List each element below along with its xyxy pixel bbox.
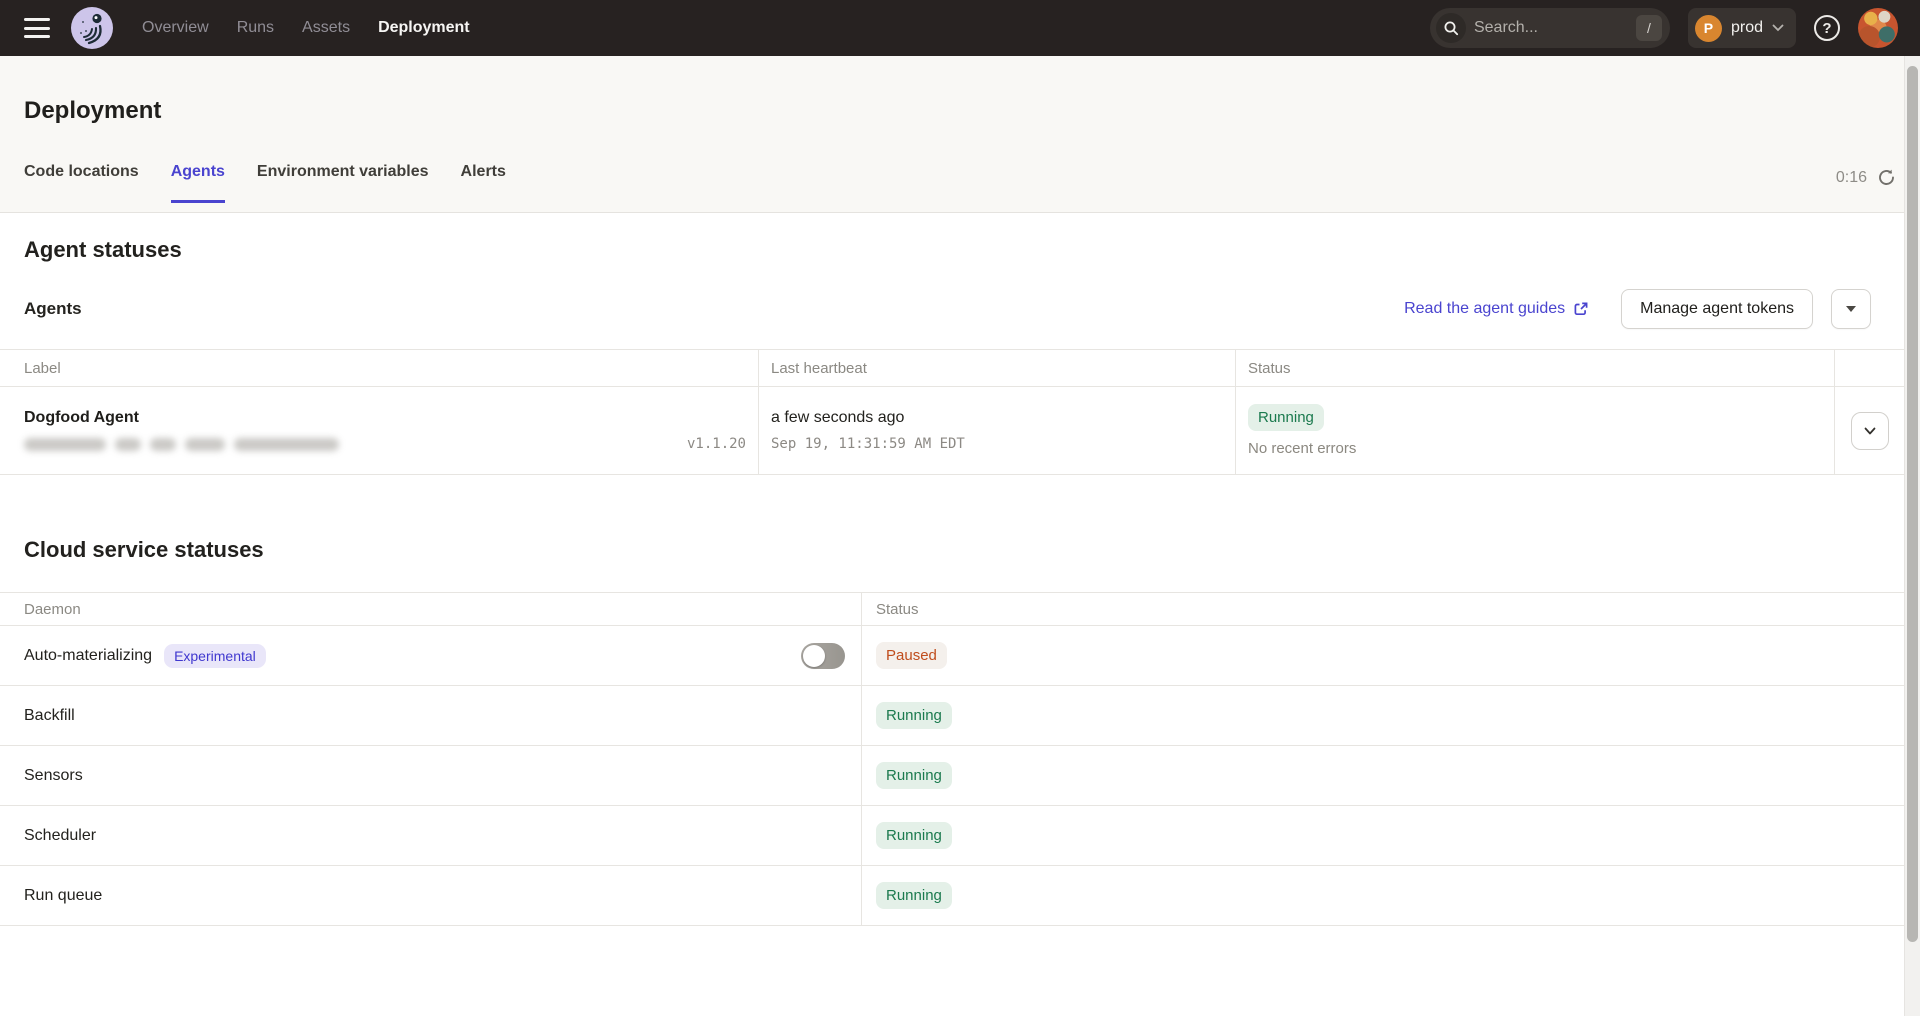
refresh-icon[interactable] <box>1877 168 1896 187</box>
auto-materializing-toggle[interactable] <box>801 643 845 669</box>
agents-table-header: Label Last heartbeat Status <box>0 349 1904 387</box>
chevron-down-icon <box>1862 423 1878 439</box>
cloud-services-table: Daemon Status Auto-materializing Experim… <box>0 592 1904 926</box>
table-row-sensors: Sensors Running <box>0 746 1904 806</box>
scrollbar[interactable] <box>1904 56 1920 1016</box>
menu-icon[interactable] <box>24 18 50 38</box>
agents-table: Label Last heartbeat Status Dogfood Agen… <box>0 349 1904 475</box>
nav-runs[interactable]: Runs <box>237 19 274 37</box>
external-link-icon <box>1573 301 1589 317</box>
column-header-actions <box>1835 350 1904 386</box>
topbar-right-cluster: / P prod ? <box>1430 8 1898 48</box>
status-badge: Running <box>876 762 952 789</box>
cloud-table-header: Daemon Status <box>0 592 1904 626</box>
daemon-name: Auto-materializing <box>24 647 152 665</box>
table-row-scheduler: Scheduler Running <box>0 806 1904 866</box>
column-header-last-heartbeat: Last heartbeat <box>759 350 1236 386</box>
user-avatar[interactable] <box>1858 8 1898 48</box>
table-row-run-queue: Run queue Running <box>0 866 1904 926</box>
page-header: Deployment Code locations Agents Environ… <box>0 56 1920 213</box>
agent-guides-link-label: Read the agent guides <box>1404 300 1565 318</box>
caret-down-icon <box>1846 306 1856 312</box>
tab-agents[interactable]: Agents <box>171 162 225 203</box>
tab-code-locations[interactable]: Code locations <box>24 162 139 203</box>
top-navigation-bar: Overview Runs Assets Deployment / P prod… <box>0 0 1920 56</box>
heartbeat-relative: a few seconds ago <box>771 409 1223 427</box>
dagster-logo-icon[interactable] <box>70 6 114 50</box>
daemon-name: Scheduler <box>24 827 96 845</box>
status-badge: Running <box>876 822 952 849</box>
daemon-name: Sensors <box>24 767 83 785</box>
agent-row: Dogfood Agent v1.1.20 a few seconds ago … <box>0 387 1904 475</box>
refresh-countdown: 0:16 <box>1836 169 1867 187</box>
chevron-down-icon <box>1772 24 1784 32</box>
manage-agent-tokens-button[interactable]: Manage agent tokens <box>1621 289 1813 329</box>
search-input[interactable] <box>1474 19 1636 37</box>
agent-actions-menu-button[interactable] <box>1831 289 1871 329</box>
agent-actions-cell <box>1835 387 1904 474</box>
agent-status-detail: No recent errors <box>1248 440 1822 457</box>
daemon-name: Run queue <box>24 887 102 905</box>
agent-id-redacted <box>24 438 339 451</box>
help-icon[interactable]: ? <box>1814 15 1840 41</box>
search-shortcut-key: / <box>1636 15 1662 41</box>
agent-status-badge: Running <box>1248 404 1324 431</box>
status-badge: Paused <box>876 642 947 669</box>
table-row-auto-materializing: Auto-materializing Experimental Paused <box>0 626 1904 686</box>
org-name: prod <box>1731 19 1763 37</box>
agent-expand-button[interactable] <box>1851 412 1889 450</box>
agent-statuses-heading: Agent statuses <box>0 237 1904 263</box>
table-row-backfill: Backfill Running <box>0 686 1904 746</box>
search-box[interactable]: / <box>1430 8 1670 48</box>
agent-label-cell: Dogfood Agent v1.1.20 <box>0 387 759 474</box>
scrollbar-thumb[interactable] <box>1907 66 1918 942</box>
nav-overview[interactable]: Overview <box>142 19 209 37</box>
page-title: Deployment <box>24 96 1896 126</box>
nav-deployment[interactable]: Deployment <box>378 19 470 37</box>
agent-heartbeat-cell: a few seconds ago Sep 19, 11:31:59 AM ED… <box>759 387 1236 474</box>
agent-version: v1.1.20 <box>687 436 746 452</box>
heartbeat-timestamp: Sep 19, 11:31:59 AM EDT <box>771 436 1223 452</box>
agent-guides-link[interactable]: Read the agent guides <box>1404 300 1589 318</box>
tab-alerts[interactable]: Alerts <box>461 162 506 203</box>
column-header-label: Label <box>0 350 759 386</box>
experimental-badge: Experimental <box>164 644 266 668</box>
agent-status-cell: Running No recent errors <box>1236 387 1835 474</box>
agents-subheading: Agents <box>24 299 82 319</box>
status-badge: Running <box>876 702 952 729</box>
column-header-status: Status <box>1236 350 1835 386</box>
daemon-name: Backfill <box>24 707 75 725</box>
agent-name: Dogfood Agent <box>24 409 746 427</box>
org-initial-badge: P <box>1695 15 1722 42</box>
tab-environment-variables[interactable]: Environment variables <box>257 162 429 203</box>
nav-assets[interactable]: Assets <box>302 19 350 37</box>
toggle-knob <box>803 645 825 667</box>
deployment-tabs: Code locations Agents Environment variab… <box>24 162 506 203</box>
column-header-status: Status <box>862 593 1904 625</box>
cloud-service-statuses-heading: Cloud service statuses <box>0 537 1904 563</box>
org-switcher[interactable]: P prod <box>1688 8 1796 48</box>
status-badge: Running <box>876 882 952 909</box>
column-header-daemon: Daemon <box>0 593 862 625</box>
search-icon <box>1436 13 1466 43</box>
primary-nav: Overview Runs Assets Deployment <box>142 19 470 37</box>
main-content: Agent statuses Agents Read the agent gui… <box>0 237 1904 926</box>
